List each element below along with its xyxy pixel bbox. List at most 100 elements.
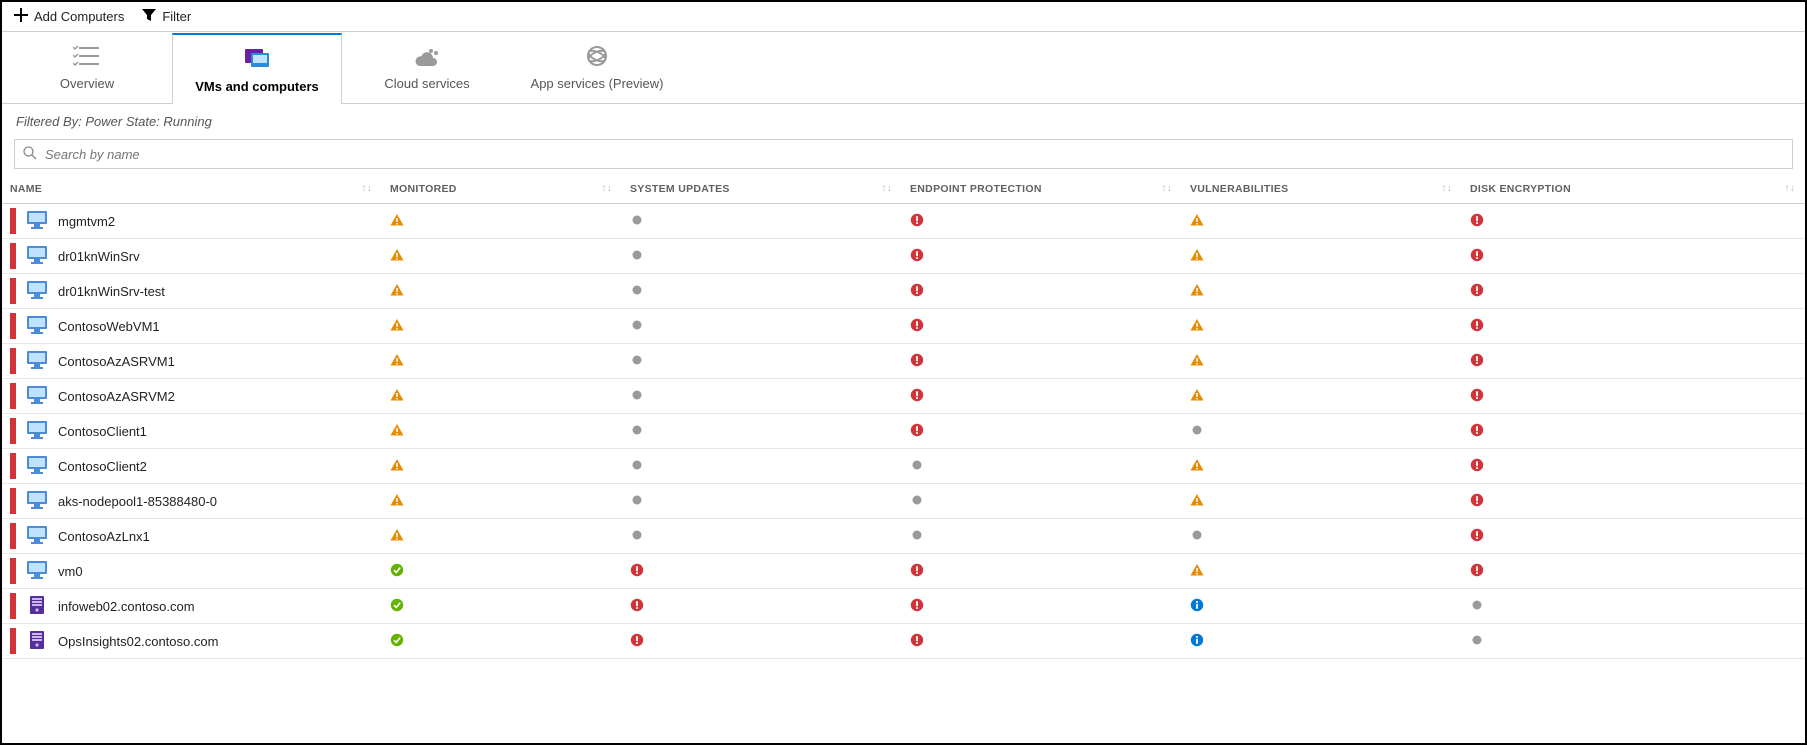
resource-name: ContosoAzASRVM1 [58,354,175,369]
cloud-icon [342,42,512,70]
table-row[interactable]: ContosoAzASRVM2 [2,379,1805,414]
cell-disk-encryption [1462,379,1805,414]
unknown-icon [910,493,924,507]
unknown-icon [630,283,644,297]
resource-name: ContosoAzLnx1 [58,529,150,544]
vm-icon [26,560,48,583]
error-icon [630,563,644,577]
command-bar: Add Computers Filter [2,2,1805,31]
cell-endpoint-protection [902,344,1182,379]
severity-bar [10,523,16,549]
cell-endpoint-protection [902,554,1182,589]
warning-icon [390,353,404,367]
search-box[interactable] [14,139,1793,169]
server-icon [26,630,48,653]
cell-endpoint-protection [902,414,1182,449]
unknown-icon [630,248,644,262]
tab-vms-and-computers[interactable]: VMs and computers [172,33,342,104]
cell-vulnerabilities [1182,624,1462,659]
table-row[interactable]: dr01knWinSrv-test [2,274,1805,309]
cell-endpoint-protection [902,239,1182,274]
cell-system-updates [622,554,902,589]
column-header-system-updates[interactable]: SYSTEM UPDATES↑↓ [622,175,902,204]
cell-endpoint-protection [902,309,1182,344]
unknown-icon [1470,598,1484,612]
vm-icon [26,490,48,513]
cell-endpoint-protection [902,379,1182,414]
resources-table: NAME↑↓ MONITORED↑↓ SYSTEM UPDATES↑↓ ENDP… [2,175,1805,659]
severity-bar [10,208,16,234]
cell-disk-encryption [1462,274,1805,309]
table-row[interactable]: ContosoClient1 [2,414,1805,449]
error-icon [1470,563,1484,577]
warning-icon [1190,248,1204,262]
tab-strip: Overview VMs and computers Cloud service… [2,31,1805,104]
cell-endpoint-protection [902,204,1182,239]
column-header-disk-encryption[interactable]: DISK ENCRYPTION↑↓ [1462,175,1805,204]
unknown-icon [1190,423,1204,437]
column-header-vulnerabilities[interactable]: VULNERABILITIES↑↓ [1182,175,1462,204]
table-row[interactable]: vm0 [2,554,1805,589]
cell-monitored [382,589,622,624]
add-computers-button[interactable]: Add Computers [14,8,124,25]
cell-monitored [382,204,622,239]
error-icon [910,213,924,227]
table-row[interactable]: ContosoAzLnx1 [2,519,1805,554]
info-icon [1190,598,1204,612]
cell-system-updates [622,204,902,239]
table-row[interactable]: ContosoWebVM1 [2,309,1805,344]
globe-icon [512,42,682,70]
cell-endpoint-protection [902,624,1182,659]
tab-label: VMs and computers [173,79,341,94]
vm-icon [26,420,48,443]
tab-overview[interactable]: Overview [2,32,172,103]
unknown-icon [630,213,644,227]
warning-icon [390,493,404,507]
filter-button[interactable]: Filter [142,8,191,25]
unknown-icon [630,528,644,542]
tab-app-services[interactable]: App services (Preview) [512,32,682,103]
cell-monitored [382,484,622,519]
severity-bar [10,313,16,339]
severity-bar [10,243,16,269]
severity-bar [10,453,16,479]
table-row[interactable]: infoweb02.contoso.com [2,589,1805,624]
cell-monitored [382,344,622,379]
cell-vulnerabilities [1182,589,1462,624]
search-input[interactable] [43,146,1784,163]
table-row[interactable]: mgmtvm2 [2,204,1805,239]
tab-cloud-services[interactable]: Cloud services [342,32,512,103]
unknown-icon [1190,528,1204,542]
table-row[interactable]: ContosoAzASRVM1 [2,344,1805,379]
cell-vulnerabilities [1182,239,1462,274]
cell-disk-encryption [1462,414,1805,449]
unknown-icon [630,423,644,437]
cell-monitored [382,449,622,484]
error-icon [910,598,924,612]
table-row[interactable]: aks-nodepool1-85388480-0 [2,484,1805,519]
vm-icon [26,385,48,408]
table-row[interactable]: ContosoClient2 [2,449,1805,484]
table-row[interactable]: dr01knWinSrv [2,239,1805,274]
column-header-monitored[interactable]: MONITORED↑↓ [382,175,622,204]
cell-system-updates [622,239,902,274]
column-header-name[interactable]: NAME↑↓ [2,175,382,204]
error-icon [910,423,924,437]
error-icon [1470,493,1484,507]
error-icon [1470,353,1484,367]
cell-disk-encryption [1462,554,1805,589]
cell-disk-encryption [1462,519,1805,554]
cell-system-updates [622,274,902,309]
cell-system-updates [622,344,902,379]
unknown-icon [910,458,924,472]
resource-name: ContosoClient2 [58,459,147,474]
sort-icon: ↑↓ [881,183,892,194]
warning-icon [390,528,404,542]
error-icon [630,598,644,612]
column-header-endpoint-protection[interactable]: ENDPOINT PROTECTION↑↓ [902,175,1182,204]
error-icon [910,283,924,297]
unknown-icon [630,353,644,367]
table-row[interactable]: OpsInsights02.contoso.com [2,624,1805,659]
cell-system-updates [622,414,902,449]
tab-label: Overview [2,76,172,91]
